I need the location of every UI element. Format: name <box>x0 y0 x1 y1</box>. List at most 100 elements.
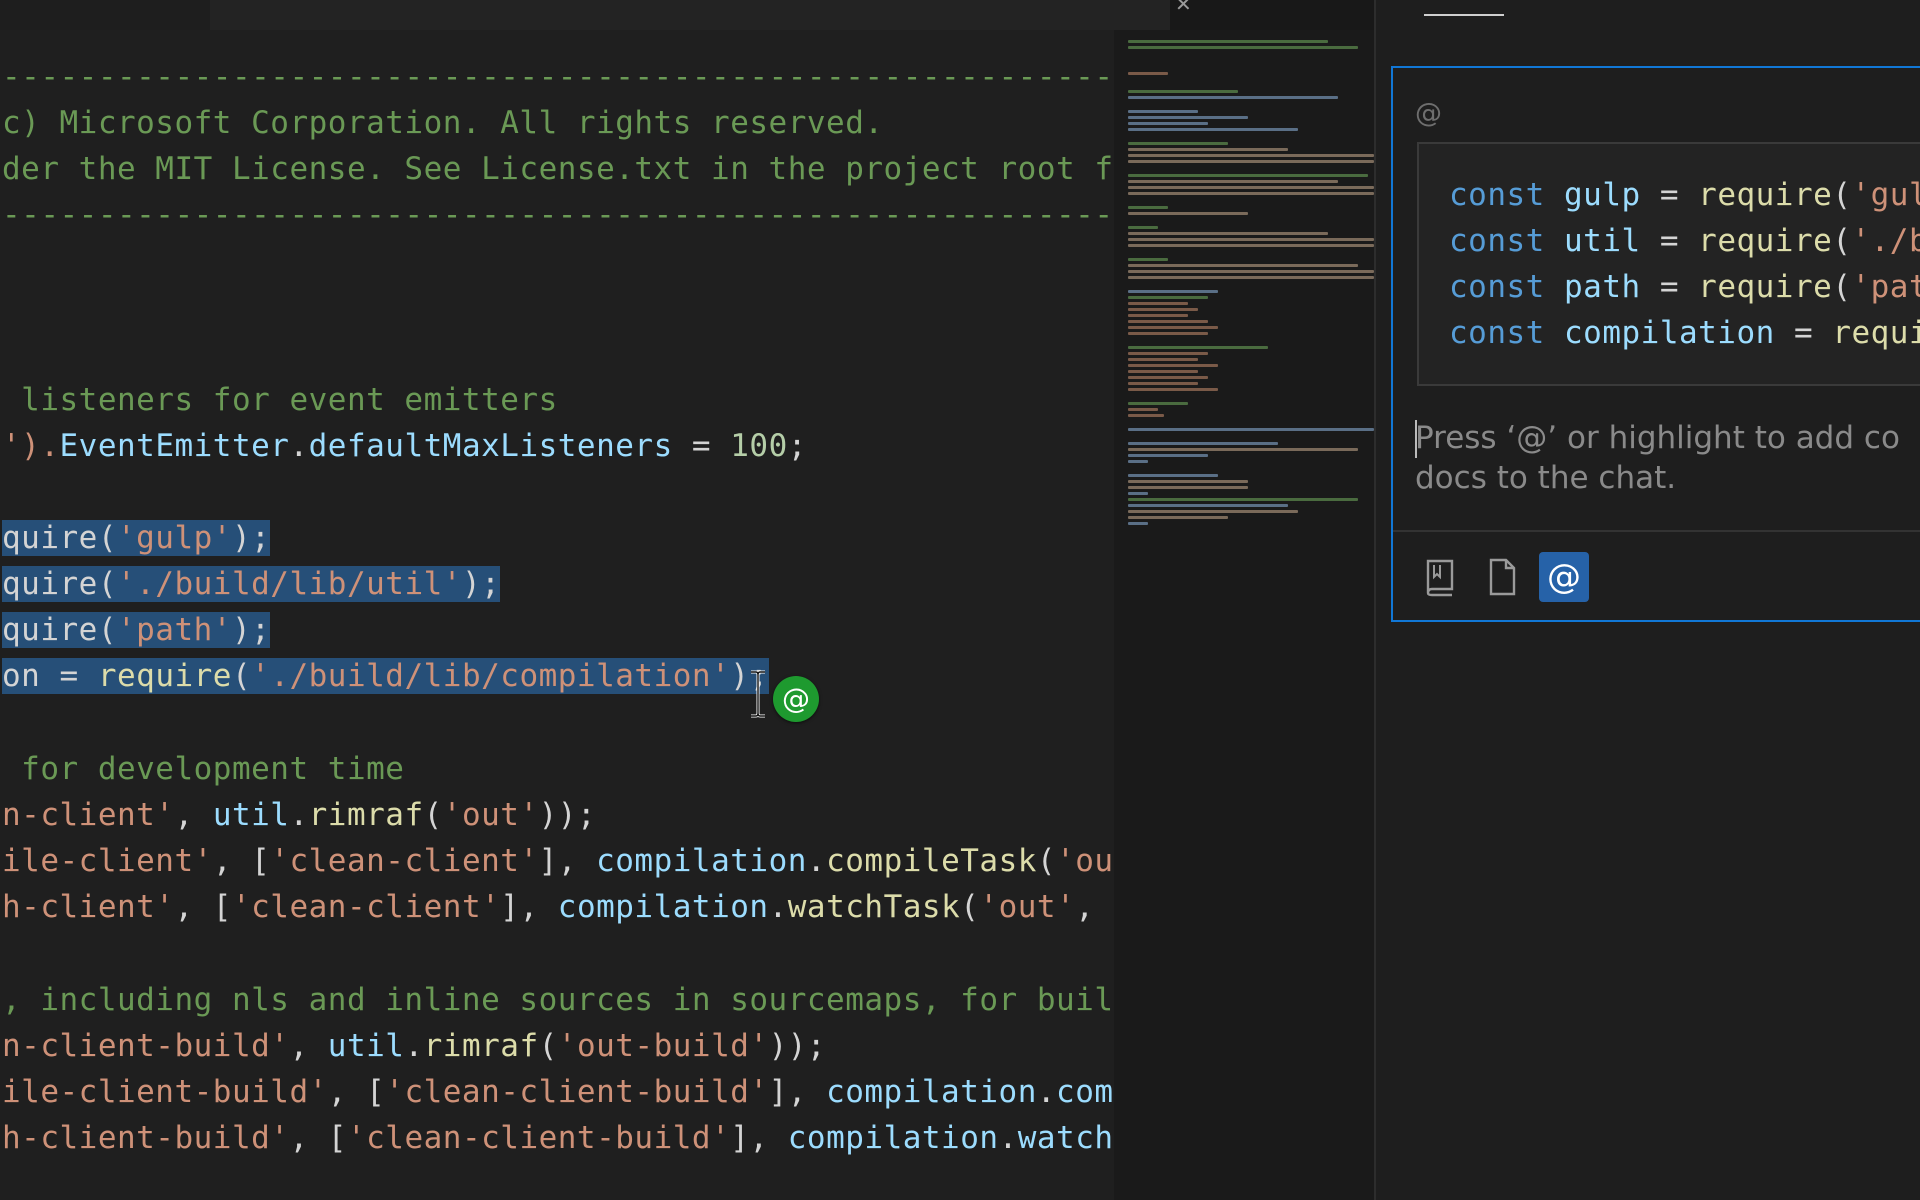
code-token: . <box>998 1120 1018 1156</box>
editor-tab-area <box>210 0 1170 30</box>
text-cursor-icon <box>751 670 765 718</box>
code-token: , <box>174 797 213 833</box>
code-token: defaultMaxListeners <box>308 428 673 464</box>
minimap-line <box>1128 428 1374 431</box>
minimap-line <box>1128 460 1148 463</box>
code-token: const <box>1449 223 1545 259</box>
minimap-line <box>1128 388 1218 391</box>
minimap-line <box>1128 244 1374 247</box>
minimap-line <box>1128 448 1358 451</box>
minimap-line <box>1128 474 1218 477</box>
code-line: listeners for event emitters <box>2 382 558 418</box>
code-token: compilation <box>557 889 769 925</box>
minimap-line <box>1128 270 1374 273</box>
minimap-line <box>1128 296 1208 299</box>
code-token: watchTask <box>787 889 961 925</box>
minimap-line <box>1128 492 1148 495</box>
chat-input-placeholder[interactable]: Press ‘@’ or highlight to add co docs to… <box>1415 418 1920 498</box>
minimap-line <box>1128 498 1358 501</box>
book-icon <box>1426 559 1454 597</box>
minimap-line <box>1128 376 1208 379</box>
code-token: gulp <box>1564 177 1641 213</box>
minimap-line <box>1128 414 1164 417</box>
code-token: requir <box>1832 315 1920 351</box>
minimap-line <box>1128 320 1208 323</box>
minimap-line <box>1128 192 1374 195</box>
minimap-line <box>1128 510 1298 513</box>
selected-code-line: quire('gulp'); <box>2 515 271 561</box>
file-icon <box>1489 558 1516 596</box>
code-token: ( <box>1036 843 1057 879</box>
minimap-line <box>1128 238 1374 241</box>
code-token: compilation <box>596 843 807 879</box>
code-token: = <box>1640 223 1699 259</box>
code-token: 'gulp <box>1851 177 1920 213</box>
code-token: require <box>97 658 232 694</box>
snippet-line: const gulp = require('gulp <box>1449 172 1920 218</box>
code-token: ( <box>1832 177 1852 213</box>
code-token: ( <box>960 889 980 925</box>
minimap-line <box>1128 442 1278 445</box>
selection: on = require('./build/lib/compilation'); <box>2 658 769 694</box>
minimap-line <box>1128 370 1198 373</box>
add-to-chat-button[interactable]: @ <box>773 676 819 722</box>
editor-tab[interactable] <box>0 0 211 30</box>
code-token: 'clean-client' <box>270 843 539 879</box>
minimap-line <box>1128 264 1358 267</box>
minimap-line <box>1128 160 1374 163</box>
minimap-line <box>1128 486 1248 489</box>
minimap[interactable] <box>1114 30 1374 1200</box>
minimap-line <box>1128 110 1198 113</box>
docs-button[interactable] <box>1415 552 1465 602</box>
code-token: 'out' <box>442 797 539 833</box>
minimap-line <box>1128 504 1288 507</box>
code-token: 'gulp' <box>116 520 232 556</box>
minimap-line <box>1128 206 1168 209</box>
chat-input-box[interactable]: @ const gulp = require('gulp const util … <box>1391 66 1920 622</box>
code-token: , [ <box>327 1074 386 1110</box>
mention-button[interactable]: @ <box>1539 552 1589 602</box>
code-token: n-client-build' <box>2 1028 290 1064</box>
minimap-line <box>1128 364 1218 367</box>
minimap-line <box>1128 276 1374 279</box>
code-token: , [ <box>212 843 271 879</box>
code-token: ( <box>423 797 443 833</box>
code-token: 'out-build' <box>557 1028 769 1064</box>
file-button[interactable] <box>1477 552 1527 602</box>
active-tab-indicator <box>1424 14 1504 16</box>
minimap-line <box>1128 90 1238 93</box>
close-icon[interactable]: ✕ <box>1175 0 1192 16</box>
code-token: './bu <box>1851 223 1920 259</box>
code-token: ( <box>538 1028 558 1064</box>
code-token: , <box>289 1028 328 1064</box>
code-editor[interactable]: ----------------------------------------… <box>0 30 1114 1200</box>
code-token: ], <box>768 1074 827 1110</box>
minimap-line <box>1128 258 1168 261</box>
code-token: h-client' <box>2 889 175 925</box>
code-token: = <box>1640 269 1699 305</box>
code-token: ); <box>461 566 501 602</box>
minimap-line <box>1128 46 1358 49</box>
code-token: ], <box>730 1120 788 1156</box>
code-token: '). <box>2 428 60 464</box>
code-line: ile-client', ['clean-client'], compilati… <box>2 838 1114 884</box>
selection: quire('gulp'); <box>2 520 271 556</box>
code-token: require <box>1698 223 1833 259</box>
minimap-line <box>1128 232 1328 235</box>
code-token: util <box>327 1028 405 1064</box>
code-token: = <box>1774 315 1833 351</box>
code-line: ').EventEmitter.defaultMaxListeners = 10… <box>2 423 807 469</box>
minimap-line <box>1128 480 1248 483</box>
mention-label: @ <box>1415 98 1442 129</box>
code-token: , [ <box>289 1120 347 1156</box>
minimap-line <box>1128 408 1158 411</box>
code-token: rimraf <box>308 797 424 833</box>
code-token: compi <box>1056 1074 1114 1110</box>
code-token: , [ <box>174 889 232 925</box>
code-token: n-client' <box>2 797 175 833</box>
code-token: compilation <box>1564 315 1775 351</box>
code-token: 'out' <box>1056 843 1114 879</box>
minimap-line <box>1128 226 1158 229</box>
minimap-line <box>1128 148 1288 151</box>
code-token: rimraf <box>423 1028 539 1064</box>
